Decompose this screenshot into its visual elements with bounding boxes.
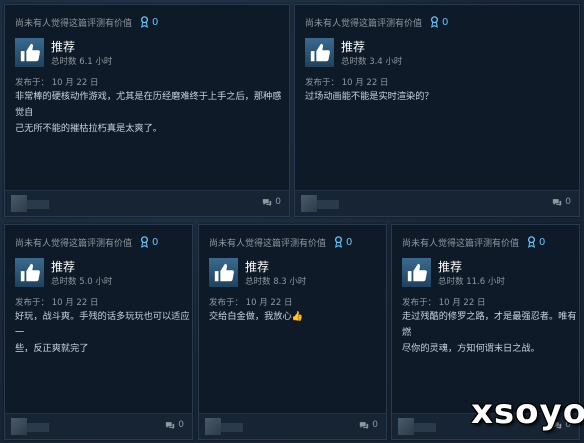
thumbs-up-icon	[310, 43, 330, 61]
helpful-text: 尚未有人觉得这篇评测有价值	[305, 18, 423, 29]
review-text-line: 走过残酷的修罗之路，才是最强忍者。唯有燃	[402, 311, 577, 338]
author-name[interactable]	[221, 423, 243, 432]
review-text-line: 己无所不能的摧枯拉朽真是太爽了。	[15, 123, 162, 134]
comment-bubble-icon	[166, 421, 175, 429]
award-button[interactable]: 0	[140, 16, 158, 28]
review-text: 走过残酷的修罗之路，才是最强忍者。唯有燃 尽你的灵魂，方知何谓末日之战。	[402, 309, 579, 357]
award-ribbon-icon	[527, 236, 536, 248]
card-footer: 0	[199, 413, 386, 439]
review-card: 尚未有人觉得这篇评测有价值 0 推荐 总时数 6.1 小时 发布于： 10 月 …	[4, 4, 290, 217]
card-footer: 0	[5, 413, 192, 439]
card-footer: 0	[295, 190, 579, 216]
award-button[interactable]: 0	[527, 236, 545, 248]
helpful-row: 尚未有人觉得这篇评测有价值 0	[15, 15, 158, 29]
review-text: 交给白金做，我放心👍	[209, 309, 303, 325]
comment-button[interactable]: 0	[165, 420, 184, 430]
award-count: 0	[152, 236, 159, 248]
review-text: 非常棒的硬核动作游戏，尤其是在历经磨难终于上手之后，那种感觉自 己无所不能的摧枯…	[15, 89, 289, 137]
posted-date: 发布于： 10 月 22 日	[305, 78, 389, 88]
review-card: 尚未有人觉得这篇评测有价值 0 推荐 总时数 3.4 小时 发布于： 10 月 …	[294, 4, 580, 217]
recommend-badge[interactable]	[209, 258, 238, 287]
author-name[interactable]	[27, 423, 49, 432]
award-count: 0	[152, 16, 159, 28]
recommend-title[interactable]: 推荐	[51, 258, 75, 275]
comment-count: 0	[372, 420, 378, 430]
author-name[interactable]	[414, 423, 436, 432]
avatar[interactable]	[205, 418, 221, 435]
helpful-row: 尚未有人觉得这篇评测有价值 0	[402, 235, 545, 249]
review-text: 过场动画能不能是实时渲染的？	[305, 89, 434, 105]
author-name[interactable]	[27, 200, 49, 209]
helpful-row: 尚未有人觉得这篇评测有价值 0	[209, 235, 352, 249]
playtime: 总时数 6.1 小时	[51, 57, 113, 67]
award-count: 0	[539, 236, 546, 248]
review-text: 好玩，战斗爽。手残的话多玩玩也可以适应一 些，反正爽就完了	[15, 309, 192, 357]
helpful-row: 尚未有人觉得这篇评测有价值 0	[305, 15, 448, 29]
review-text-line: 交给白金做，我放心👍	[209, 311, 304, 322]
award-button[interactable]: 0	[140, 236, 158, 248]
helpful-text: 尚未有人觉得这篇评测有价值	[15, 238, 133, 249]
recommend-title[interactable]: 推荐	[341, 38, 365, 55]
helpful-text: 尚未有人觉得这篇评测有价值	[15, 18, 133, 29]
award-ribbon-icon	[334, 236, 343, 248]
posted-date: 发布于： 10 月 22 日	[209, 298, 293, 308]
avatar[interactable]	[11, 418, 27, 435]
recommend-title[interactable]: 推荐	[438, 258, 462, 275]
thumbs-up-icon	[20, 263, 40, 281]
recommend-title[interactable]: 推荐	[245, 258, 269, 275]
watermark: xsoyo	[471, 392, 584, 432]
helpful-text: 尚未有人觉得这篇评测有价值	[402, 238, 520, 249]
award-button[interactable]: 0	[334, 236, 352, 248]
review-text-line: 好玩，战斗爽。手残的话多玩玩也可以适应一	[15, 311, 190, 338]
comment-bubble-icon	[553, 198, 562, 206]
author-name[interactable]	[317, 200, 339, 209]
comment-button[interactable]: 0	[262, 197, 281, 207]
recommend-badge[interactable]	[305, 38, 334, 67]
award-count: 0	[442, 16, 449, 28]
award-ribbon-icon	[140, 236, 149, 248]
thumbs-up-icon	[214, 263, 234, 281]
award-ribbon-icon	[140, 16, 149, 28]
avatar[interactable]	[398, 418, 414, 435]
playtime: 总时数 11.6 小时	[438, 277, 505, 287]
comment-bubble-icon	[360, 421, 369, 429]
posted-date: 发布于： 10 月 22 日	[15, 298, 99, 308]
comment-count: 0	[275, 197, 281, 207]
review-card: 尚未有人觉得这篇评测有价值 0 推荐 总时数 8.3 小时 发布于： 10 月 …	[198, 224, 387, 440]
comment-button[interactable]: 0	[359, 420, 378, 430]
comment-bubble-icon	[263, 198, 272, 206]
posted-date: 发布于： 10 月 22 日	[402, 298, 486, 308]
comment-count: 0	[565, 197, 571, 207]
award-ribbon-icon	[430, 16, 439, 28]
card-footer: 0	[5, 190, 289, 216]
award-count: 0	[346, 236, 353, 248]
playtime: 总时数 3.4 小时	[341, 57, 403, 67]
playtime: 总时数 8.3 小时	[245, 277, 307, 287]
comment-count: 0	[178, 420, 184, 430]
review-text-line: 些，反正爽就完了	[15, 343, 89, 354]
award-button[interactable]: 0	[430, 16, 448, 28]
avatar[interactable]	[301, 195, 317, 212]
review-text-line: 过场动画能不能是实时渲染的？	[305, 91, 434, 102]
comment-button[interactable]: 0	[552, 197, 571, 207]
posted-date: 发布于： 10 月 22 日	[15, 78, 99, 88]
playtime: 总时数 5.0 小时	[51, 277, 113, 287]
review-text-line: 尽你的灵魂，方知何谓末日之战。	[402, 343, 540, 354]
thumbs-up-icon	[407, 263, 427, 281]
recommend-badge[interactable]	[15, 258, 44, 287]
helpful-text: 尚未有人觉得这篇评测有价值	[209, 238, 327, 249]
review-text-line: 非常棒的硬核动作游戏，尤其是在历经磨难终于上手之后，那种感觉自	[15, 91, 282, 118]
recommend-badge[interactable]	[402, 258, 431, 287]
helpful-row: 尚未有人觉得这篇评测有价值 0	[15, 235, 158, 249]
thumbs-up-icon	[20, 43, 40, 61]
recommend-title[interactable]: 推荐	[51, 38, 75, 55]
avatar[interactable]	[11, 195, 27, 212]
review-card: 尚未有人觉得这篇评测有价值 0 推荐 总时数 5.0 小时 发布于： 10 月 …	[4, 224, 193, 440]
recommend-badge[interactable]	[15, 38, 44, 67]
